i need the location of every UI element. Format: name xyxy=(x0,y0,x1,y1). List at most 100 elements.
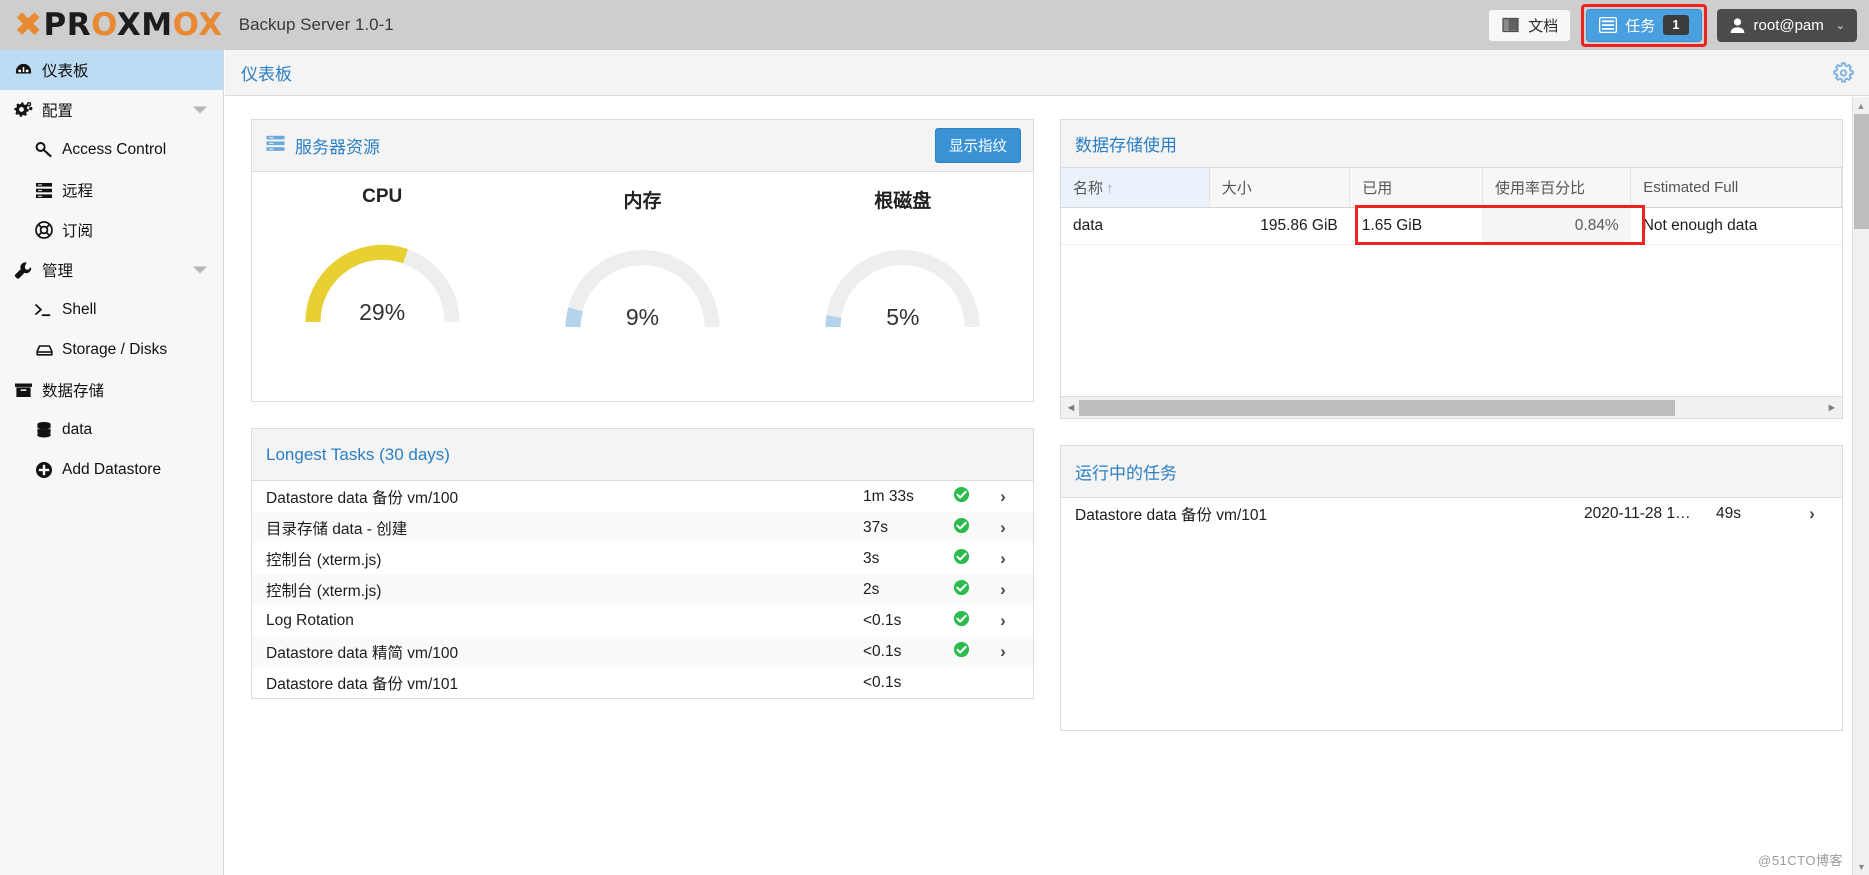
sidebar-item-subscription[interactable]: 订阅 xyxy=(0,210,223,250)
task-name: Datastore data 精简 vm/100 xyxy=(266,644,459,662)
datastore-usage-table: 名称 ↑ 大小 已用 使用率百分比 Estimated Full data 19… xyxy=(1061,168,1842,245)
table-row[interactable]: Log Rotation <0.1s › xyxy=(252,605,1033,636)
breadcrumb-bar: 仪表板 xyxy=(225,50,1869,96)
column-header-size[interactable]: 大小 xyxy=(1209,168,1351,208)
datastore-usage-title: 数据存储使用 xyxy=(1075,136,1177,155)
datastore-horizontal-scrollbar[interactable]: ◄ ► xyxy=(1061,396,1842,418)
dashboard-settings-button[interactable] xyxy=(1832,61,1855,84)
chevron-right-icon[interactable]: › xyxy=(983,549,1023,569)
scroll-down-arrow-icon[interactable]: ▼ xyxy=(1853,858,1869,875)
gauge-label: 内存 xyxy=(623,191,662,212)
scroll-right-arrow-icon[interactable]: ► xyxy=(1824,402,1840,414)
table-row[interactable]: 控制台 (xterm.js) 3s › xyxy=(252,543,1033,574)
cell-name: data xyxy=(1061,207,1210,245)
scrollbar-thumb[interactable] xyxy=(1854,114,1869,229)
user-menu-button[interactable]: root@pam ⌄ xyxy=(1716,8,1857,42)
sort-asc-icon: ↑ xyxy=(1106,180,1114,197)
check-circle-icon xyxy=(953,610,970,627)
sidebar-item-label: Access Control xyxy=(62,141,167,158)
terminal-icon xyxy=(32,302,56,318)
tasks-button-highlight: 任务 1 xyxy=(1581,3,1707,47)
page-vertical-scrollbar[interactable]: ▲ ▼ xyxy=(1852,97,1869,875)
sidebar-nav: 仪表板 配置 Access Control 远程 订阅 管理 Shell Sto… xyxy=(0,50,224,875)
table-row[interactable]: 控制台 (xterm.js) 2s › xyxy=(252,574,1033,605)
task-duration: <0.1s xyxy=(863,673,902,691)
task-name: Datastore data 备份 vm/101 xyxy=(266,675,459,693)
running-tasks-panel: 运行中的任务 Datastore data 备份 vm/101 2020-11-… xyxy=(1060,445,1843,731)
sidebar-item-remote[interactable]: 远程 xyxy=(0,170,223,210)
task-name: Log Rotation xyxy=(266,611,354,629)
table-row[interactable]: Datastore data 备份 vm/101 <0.1s xyxy=(252,667,1033,698)
table-row[interactable]: data 195.86 GiB 1.65 GiB 0.84% Not enoug… xyxy=(1061,207,1842,245)
sidebar-item-datastore[interactable]: 数据存储 xyxy=(0,370,223,410)
sidebar-item-data[interactable]: data xyxy=(0,410,223,450)
chevron-right-icon[interactable]: › xyxy=(983,642,1023,662)
cell-estimated-full: Not enough data xyxy=(1630,207,1842,245)
column-header-name[interactable]: 名称 ↑ xyxy=(1061,168,1210,208)
sidebar-item-label: Storage / Disks xyxy=(62,341,168,358)
sidebar-item-add-datastore[interactable]: Add Datastore xyxy=(0,450,223,490)
chevron-down-icon: ⌄ xyxy=(1835,19,1845,32)
wrench-icon xyxy=(10,261,36,280)
chevron-right-icon[interactable]: › xyxy=(983,518,1023,538)
running-tasks-list: Datastore data 备份 vm/101 2020-11-28 1… 4… xyxy=(1061,498,1842,730)
cell-usage-percent: 0.84% xyxy=(1482,207,1631,245)
documentation-label: 文档 xyxy=(1528,17,1559,35)
gears-icon xyxy=(10,101,36,119)
cell-size: 195.86 GiB xyxy=(1209,207,1350,245)
task-name: 目录存储 data - 创建 xyxy=(266,520,408,538)
check-circle-icon xyxy=(953,579,970,596)
sidebar-item-storage-disks[interactable]: Storage / Disks xyxy=(0,330,223,370)
task-duration: <0.1s xyxy=(863,642,902,660)
server-resources-title-text: 服务器资源 xyxy=(295,138,380,157)
task-duration: 49s xyxy=(1716,504,1741,522)
task-name: Datastore data 备份 vm/100 xyxy=(266,489,459,507)
dashboard-icon xyxy=(10,61,36,80)
sidebar-item-label: 仪表板 xyxy=(42,63,89,80)
sidebar-item-dashboard[interactable]: 仪表板 xyxy=(0,50,223,90)
table-row[interactable]: Datastore data 备份 vm/100 1m 33s › xyxy=(252,481,1033,512)
documentation-button[interactable]: 文档 xyxy=(1488,8,1572,42)
scrollbar-thumb[interactable] xyxy=(1079,399,1675,416)
hdd-icon xyxy=(32,343,56,358)
plus-circle-icon xyxy=(32,461,56,479)
datastore-usage-panel: 数据存储使用 名称 ↑ 大小 已用 使用率百分比 Estimated Full … xyxy=(1060,119,1843,419)
chevron-down-icon[interactable] xyxy=(193,106,207,114)
column-header-usage-percent[interactable]: 使用率百分比 xyxy=(1482,168,1632,208)
sidebar-item-configuration[interactable]: 配置 xyxy=(0,90,223,130)
scrollbar-track[interactable] xyxy=(1079,399,1824,416)
table-row[interactable]: Datastore data 精简 vm/100 <0.1s › xyxy=(252,636,1033,667)
scroll-up-arrow-icon[interactable]: ▲ xyxy=(1853,97,1869,114)
check-circle-icon xyxy=(953,641,970,658)
chevron-down-icon[interactable] xyxy=(193,266,207,274)
chevron-right-icon[interactable]: › xyxy=(983,611,1023,631)
server-icon xyxy=(32,182,56,199)
column-header-estimated-full[interactable]: Estimated Full xyxy=(1630,168,1842,208)
task-name: 控制台 (xterm.js) xyxy=(266,551,382,569)
sidebar-item-access-control[interactable]: Access Control xyxy=(0,130,223,170)
table-row[interactable]: 目录存储 data - 创建 37s › xyxy=(252,512,1033,543)
proxmox-logo[interactable]: ✖ PROXMOX Backup Server 1.0-1 xyxy=(0,8,394,42)
sidebar-item-administration[interactable]: 管理 xyxy=(0,250,223,290)
chevron-right-icon[interactable]: › xyxy=(983,487,1023,507)
longest-tasks-title: Longest Tasks (30 days) xyxy=(266,444,450,464)
table-row[interactable]: Datastore data 备份 vm/101 2020-11-28 1… 4… xyxy=(1061,498,1842,529)
server-resources-header: 服务器资源 显示指纹 xyxy=(252,120,1033,172)
database-icon xyxy=(32,421,56,439)
task-duration: 2s xyxy=(863,580,880,598)
task-duration: <0.1s xyxy=(863,611,902,629)
show-fingerprint-button[interactable]: 显示指纹 xyxy=(935,128,1021,163)
scroll-left-arrow-icon[interactable]: ◄ xyxy=(1063,402,1079,414)
gauge-memory: 内存 9% xyxy=(547,186,737,333)
sidebar-item-shell[interactable]: Shell xyxy=(0,290,223,330)
tasks-button[interactable]: 任务 1 xyxy=(1586,8,1702,42)
sidebar-item-label: 数据存储 xyxy=(42,383,105,400)
book-icon xyxy=(1501,17,1520,34)
status-badge xyxy=(939,610,983,632)
chevron-right-icon[interactable]: › xyxy=(983,580,1023,600)
dashboard-panels: 服务器资源 显示指纹 CPU 29% 内存 9% 根磁盘 5% Longest … xyxy=(225,97,1869,875)
column-header-used[interactable]: 已用 xyxy=(1349,168,1483,208)
sidebar-item-label: Shell xyxy=(62,301,97,318)
gear-icon xyxy=(1833,61,1854,83)
chevron-right-icon[interactable]: › xyxy=(1792,504,1832,524)
